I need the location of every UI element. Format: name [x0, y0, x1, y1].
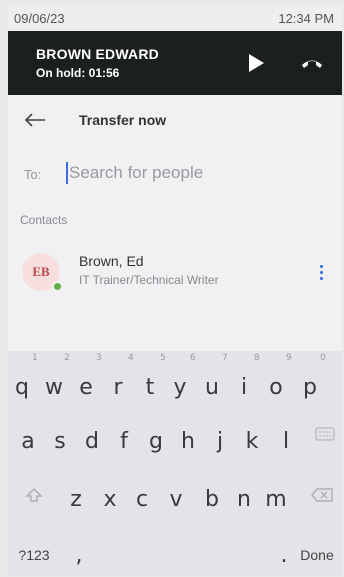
- contact-row[interactable]: EB Brown, Ed IT Trainer/Technical Writer: [8, 245, 342, 301]
- key-z[interactable]: z: [62, 479, 90, 519]
- key-comma[interactable]: ,: [64, 535, 94, 575]
- key-i[interactable]: i: [230, 367, 258, 407]
- key-l[interactable]: l: [272, 421, 300, 461]
- arrow-left-icon: [24, 113, 45, 127]
- key-x[interactable]: x: [96, 479, 124, 519]
- key-e[interactable]: e: [72, 367, 100, 407]
- key-done[interactable]: Done: [294, 535, 340, 575]
- keyboard-icon: [315, 427, 335, 441]
- key-q[interactable]: q: [8, 367, 36, 407]
- key-hint-9: 9: [286, 353, 292, 363]
- key-u[interactable]: u: [198, 367, 226, 407]
- active-call-bar[interactable]: BROWN EDWARD On hold: 01:56: [8, 31, 342, 95]
- contacts-section-label: Contacts: [20, 213, 68, 227]
- key-hint-8: 8: [254, 353, 260, 363]
- backspace-icon: [311, 488, 333, 502]
- key-o[interactable]: o: [262, 367, 290, 407]
- key-r[interactable]: r: [104, 367, 132, 407]
- key-period[interactable]: .: [274, 535, 294, 575]
- hangup-button[interactable]: [298, 51, 326, 75]
- key-a[interactable]: a: [14, 421, 42, 461]
- key-hint-7: 7: [222, 353, 228, 363]
- key-p[interactable]: p: [296, 367, 324, 407]
- to-label: To:: [24, 167, 42, 182]
- key-k[interactable]: k: [238, 421, 266, 461]
- key-y[interactable]: y: [166, 367, 194, 407]
- more-options-icon[interactable]: [311, 259, 331, 285]
- key-hint-3: 3: [96, 353, 102, 363]
- key-w[interactable]: w: [40, 367, 68, 407]
- key-shift[interactable]: [16, 475, 52, 515]
- search-input[interactable]: [65, 158, 327, 188]
- key-h[interactable]: h: [174, 421, 202, 461]
- on-screen-keyboard: q 1w 2e 3r 4t 5y 6u 7i 8o 9p 0 asdfghjkl zxcvbnm ?…: [8, 351, 342, 575]
- key-c[interactable]: c: [128, 479, 156, 519]
- key-voice-input[interactable]: [310, 415, 340, 455]
- key-space[interactable]: [98, 535, 268, 575]
- key-symbols[interactable]: ?123: [12, 535, 56, 575]
- play-icon: [249, 54, 264, 72]
- key-hint-5: 5: [160, 353, 166, 363]
- key-f[interactable]: f: [110, 421, 138, 461]
- key-hint-4: 4: [128, 353, 134, 363]
- key-g[interactable]: g: [142, 421, 170, 461]
- status-time: 12:34 PM: [278, 10, 334, 26]
- key-hint-0: 0: [320, 353, 326, 363]
- key-j[interactable]: j: [206, 421, 234, 461]
- resume-call-button[interactable]: [244, 51, 268, 75]
- key-d[interactable]: d: [78, 421, 106, 461]
- key-t[interactable]: t: [136, 367, 164, 407]
- presence-available-icon: [52, 281, 63, 292]
- key-hint-6: 6: [190, 353, 196, 363]
- status-bar: 09/06/23 12:34 PM: [8, 5, 342, 31]
- caller-name: BROWN EDWARD: [36, 46, 159, 62]
- shift-icon: [25, 487, 43, 502]
- key-n[interactable]: n: [230, 479, 258, 519]
- key-s[interactable]: s: [46, 421, 74, 461]
- call-hold-status: On hold: 01:56: [36, 66, 120, 80]
- key-b[interactable]: b: [198, 479, 226, 519]
- key-v[interactable]: v: [162, 479, 190, 519]
- status-date: 09/06/23: [14, 10, 65, 26]
- hangup-icon: [302, 60, 322, 68]
- page-title: Transfer now: [79, 112, 167, 128]
- back-button[interactable]: [20, 107, 50, 133]
- key-m[interactable]: m: [262, 479, 290, 519]
- contact-name: Brown, Ed: [79, 253, 144, 269]
- key-backspace[interactable]: [304, 475, 340, 515]
- key-hint-2: 2: [64, 353, 70, 363]
- phone-screen: 09/06/23 12:34 PM BROWN EDWARD On hold: …: [8, 5, 342, 575]
- key-hint-1: 1: [32, 353, 38, 363]
- contact-job-title: IT Trainer/Technical Writer: [79, 273, 219, 287]
- text-caret: [66, 162, 68, 184]
